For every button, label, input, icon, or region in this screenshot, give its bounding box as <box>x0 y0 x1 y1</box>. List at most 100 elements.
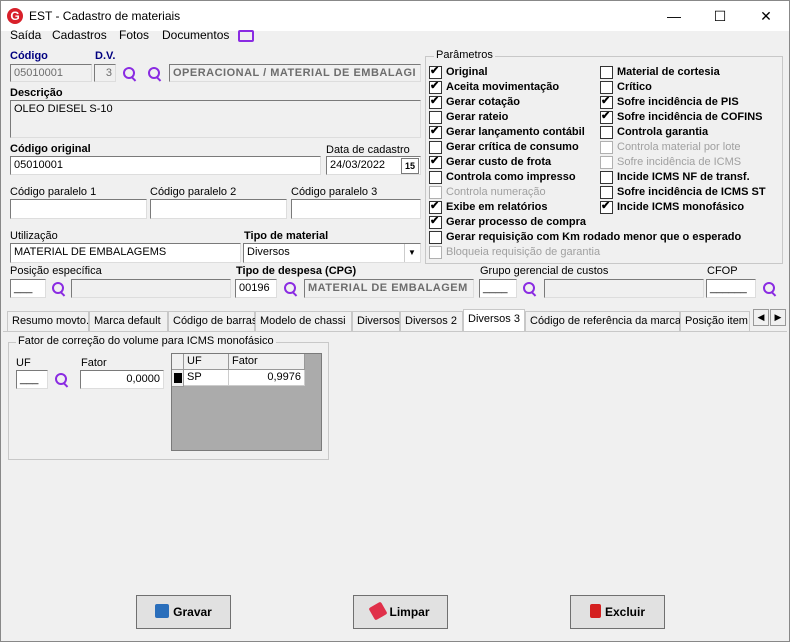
search-posicao-icon[interactable] <box>51 281 67 297</box>
checkbox-incide-icms-monofasico[interactable]: Incide ICMS monofásico <box>600 200 744 215</box>
monitor-icon[interactable] <box>238 30 254 42</box>
eraser-icon <box>368 601 389 621</box>
cod-paralelo-2-field[interactable] <box>150 199 287 219</box>
tab-scroll-right-icon[interactable]: ▶ <box>770 309 786 326</box>
dv-label: D.V. <box>95 50 116 62</box>
tipo-material-select[interactable]: Diversos <box>243 243 421 263</box>
cod-paralelo-1-label: Código paralelo 1 <box>10 186 97 198</box>
descricao-label: Descrição <box>10 87 63 99</box>
search-despesa-icon[interactable] <box>283 281 299 297</box>
tab-diversos-3[interactable]: Diversos 3 <box>463 309 525 332</box>
search-codigo-icon[interactable] <box>122 66 138 82</box>
checkbox-controla-material-por-lote: Controla material por lote <box>600 141 741 155</box>
tipo-despesa-code-field[interactable]: 00196 <box>235 279 277 298</box>
window-title: EST - Cadastro de materiais <box>29 9 181 23</box>
checkbox-incide-icms-nf-de-transf[interactable]: Incide ICMS NF de transf. <box>600 171 750 185</box>
checkbox-controla-garantia[interactable]: Controla garantia <box>600 126 708 140</box>
search-grupo-gerencial-icon[interactable] <box>522 281 538 297</box>
utilizacao-label: Utilização <box>10 230 58 242</box>
cod-paralelo-2-label: Código paralelo 2 <box>150 186 237 198</box>
posicao-field[interactable]: ___ <box>10 279 46 298</box>
checkbox-controla-numeracao: Controla numeração <box>429 186 546 200</box>
tab-strip: Resumo movto. Marca default Código de barr… <box>7 309 787 332</box>
checkbox-gerar-lancamento-contabil[interactable]: Gerar lançamento contábil <box>429 125 585 140</box>
data-cadastro-label: Data de cadastro <box>326 144 410 156</box>
checkbox-gerar-processo-de-compra[interactable]: Gerar processo de compra <box>429 215 586 230</box>
grid-corner <box>172 354 184 370</box>
menu-cadastros[interactable]: Cadastros <box>52 28 107 42</box>
menu-saida[interactable]: Saída <box>10 28 41 42</box>
checkbox-bloqueia-requisicao-de-garantia: Bloqueia requisição de garantia <box>429 246 600 260</box>
checkbox-original[interactable]: Original <box>429 65 488 80</box>
checkbox-critico[interactable]: Crítico <box>600 81 652 95</box>
codigo-original-label: Código original <box>10 143 91 155</box>
excluir-label: Excluir <box>604 605 646 619</box>
gravar-label: Gravar <box>173 605 212 619</box>
uf-label: UF <box>16 357 31 369</box>
excluir-button[interactable]: Excluir <box>570 595 665 629</box>
chevron-down-icon[interactable]: ▼ <box>404 244 419 262</box>
checkbox-gerar-rateio[interactable]: Gerar rateio <box>429 111 508 125</box>
grupo-description: OPERACIONAL / MATERIAL DE EMBALAGI <box>169 64 421 82</box>
search-grupo-icon[interactable] <box>147 66 163 82</box>
uf-field[interactable]: ___ <box>16 370 48 389</box>
tab-scroll-left-icon[interactable]: ◀ <box>753 309 769 326</box>
codigo-label: Código <box>10 50 48 62</box>
posicao-label: Posição específica <box>10 265 102 277</box>
cod-paralelo-3-label: Código paralelo 3 <box>291 186 378 198</box>
checkbox-sofre-incidencia-de-icms: Sofre incidência de ICMS <box>600 156 741 170</box>
checkbox-aceita-movimentacao[interactable]: Aceita movimentação <box>429 80 559 95</box>
fator-label: Fator <box>81 357 107 369</box>
checkbox-material-de-cortesia[interactable]: Material de cortesia <box>600 66 720 80</box>
uf-fator-grid: UF Fator SP 0,9976 <box>171 353 322 451</box>
grid-cell-uf[interactable]: SP <box>184 370 229 386</box>
cod-paralelo-1-field[interactable] <box>10 199 147 219</box>
checkbox-exibe-em-relatorios[interactable]: Exibe em relatórios <box>429 200 548 215</box>
cod-paralelo-3-field[interactable] <box>291 199 421 219</box>
grupo-gerencial-label: Grupo gerencial de custos <box>480 265 609 277</box>
cfop-field[interactable]: ______ <box>706 279 756 298</box>
checkbox-gerar-critica-de-consumo[interactable]: Gerar crítica de consumo <box>429 141 579 155</box>
checkbox-controla-como-impresso[interactable]: Controla como impresso <box>429 171 576 185</box>
checkbox-gerar-cotacao[interactable]: Gerar cotação <box>429 95 520 110</box>
grupo-gerencial-field[interactable]: ____ <box>479 279 517 298</box>
grid-cell-fator[interactable]: 0,9976 <box>229 370 305 386</box>
utilizacao-field[interactable]: MATERIAL DE EMBALAGEMS <box>10 243 241 263</box>
tipo-material-label: Tipo de material <box>244 230 329 242</box>
menu-fotos[interactable]: Fotos <box>119 28 149 42</box>
search-uf-icon[interactable] <box>54 372 70 388</box>
tab-codigo-de-barras[interactable]: Código de barras <box>168 311 257 331</box>
tipo-despesa-label: Tipo de despesa (CPG) <box>236 265 357 277</box>
menu-bar: Saída Cadastros Fotos Documentos <box>1 26 789 46</box>
tab-diversos[interactable]: Diversos <box>352 311 400 331</box>
tab-marca-default[interactable]: Marca default <box>89 311 168 331</box>
fator-field[interactable]: 0,0000 <box>80 370 164 389</box>
posicao-description <box>71 279 231 298</box>
trash-icon <box>589 604 601 618</box>
grid-header-uf[interactable]: UF <box>184 354 229 370</box>
checkbox-gerar-requisicao-com-km-rodado-menor-que-o-esperado[interactable]: Gerar requisição com Km rodado menor que… <box>429 231 741 245</box>
grid-header-fator[interactable]: Fator <box>229 354 305 370</box>
checkbox-sofre-incidencia-de-cofins[interactable]: Sofre incidência de COFINS <box>600 110 762 125</box>
tab-resumo-movto[interactable]: Resumo movto. <box>7 311 89 331</box>
calendar-icon[interactable]: 15 <box>401 158 419 174</box>
checkbox-sofre-incidencia-de-pis[interactable]: Sofre incidência de PIS <box>600 95 739 110</box>
checkbox-gerar-custo-de-frota[interactable]: Gerar custo de frota <box>429 155 551 170</box>
descricao-field[interactable]: OLEO DIESEL S-10 <box>10 100 421 138</box>
app-logo-icon: G <box>7 8 23 24</box>
limpar-button[interactable]: Limpar <box>353 595 448 629</box>
checkbox-sofre-incidencia-de-icms-st[interactable]: Sofre incidência de ICMS ST <box>600 186 766 200</box>
icms-group-title: Fator de correção do volume para ICMS mo… <box>16 335 276 347</box>
tipo-despesa-description: MATERIAL DE EMBALAGEM <box>304 279 474 298</box>
grupo-gerencial-description <box>544 279 704 298</box>
tab-codigo-de-referencia-da-marca[interactable]: Código de referência da marca <box>525 311 681 331</box>
codigo-field[interactable]: 05010001 <box>10 64 92 82</box>
row-indicator-icon <box>172 370 184 387</box>
tab-modelo-de-chassi[interactable]: Modelo de chassi <box>255 311 352 331</box>
codigo-original-field[interactable]: 05010001 <box>10 156 321 175</box>
tab-posicao-item[interactable]: Posição item <box>680 311 750 331</box>
tab-diversos-2[interactable]: Diversos 2 <box>400 311 463 331</box>
search-cfop-icon[interactable] <box>762 281 778 297</box>
gravar-button[interactable]: Gravar <box>136 595 231 629</box>
menu-documentos[interactable]: Documentos <box>162 28 229 42</box>
